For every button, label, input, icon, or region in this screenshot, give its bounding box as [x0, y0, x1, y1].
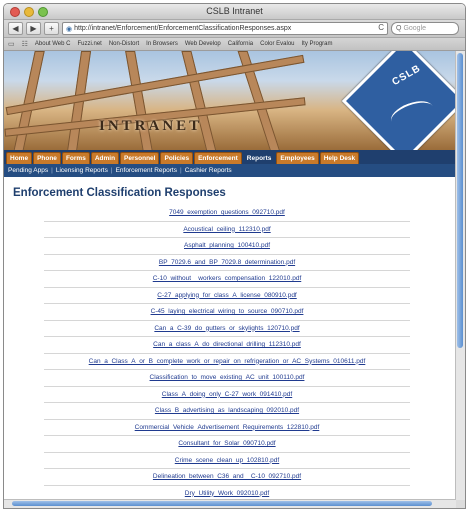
document-link[interactable]: Commercial_Vehicle_Advertisement_Require…: [44, 420, 410, 436]
browser-toolbar: ◀ ▶ + ◉ http://intranet/Enforcement/Enfo…: [4, 20, 465, 38]
document-link[interactable]: C-27_applying_for_class_A_license_080910…: [44, 288, 410, 304]
document-link[interactable]: Acoustical_ceiling_112310.pdf: [44, 222, 410, 238]
tab-help-desk[interactable]: Help Desk: [319, 152, 360, 164]
bookmark-item[interactable]: In Browsers: [146, 41, 178, 47]
subnav-pending-apps[interactable]: Pending Apps: [8, 167, 48, 174]
document-link[interactable]: Delineation_between_C36_and__C-10_092710…: [44, 469, 410, 486]
url-text: http://intranet/Enforcement/EnforcementC…: [74, 25, 292, 32]
document-link[interactable]: Dry_Utility_Work_092010.pdf: [44, 486, 410, 501]
bookmark-item[interactable]: Ity Program: [302, 41, 333, 47]
document-link[interactable]: Asphalt_planning_100410.pdf: [44, 238, 410, 255]
search-field[interactable]: Q Google: [391, 22, 459, 35]
address-bar[interactable]: ◉ http://intranet/Enforcement/Enforcemen…: [62, 22, 388, 35]
document-link[interactable]: Can_a_Class_A_or_B_complete_work_or_repa…: [44, 354, 410, 370]
tab-forms[interactable]: Forms: [61, 152, 90, 164]
bookmark-item[interactable]: California: [228, 41, 253, 47]
bookmark-item[interactable]: Fuzzi.net: [77, 41, 101, 47]
book-icon[interactable]: ▭: [8, 40, 15, 48]
vertical-scrollbar[interactable]: [455, 51, 465, 500]
document-link[interactable]: C-45_laying_electrical_wiring_to_source_…: [44, 304, 410, 321]
horizontal-scrollbar[interactable]: [4, 499, 456, 508]
framing-beam: [125, 51, 153, 150]
framing-beam: [181, 51, 217, 150]
bookmark-item[interactable]: About Web C: [35, 41, 71, 47]
tab-admin[interactable]: Admin: [90, 152, 120, 164]
forward-button[interactable]: ▶: [26, 22, 41, 35]
bookmark-item[interactable]: Web Develop: [185, 41, 221, 47]
add-bookmark-button[interactable]: +: [44, 22, 59, 35]
search-placeholder: Google: [403, 25, 427, 32]
window-title: CSLB Intranet: [206, 6, 263, 16]
resize-corner[interactable]: [456, 500, 465, 508]
page-icon: ◉: [66, 25, 73, 33]
subnav-separator: |: [110, 167, 113, 174]
document-link[interactable]: Class_A_doing_only_C-27_work_091410.pdf: [44, 387, 410, 403]
subnav-enforcement-reports[interactable]: Enforcement Reports: [116, 167, 177, 174]
intranet-banner: INTRANET CSLB: [4, 51, 456, 150]
main-nav: Home Phone Forms Admin Personnel Policie…: [4, 150, 456, 164]
bookmark-item[interactable]: Non-Distort: [109, 41, 139, 47]
banner-title: INTRANET: [99, 118, 203, 134]
cslb-logo: [341, 51, 456, 150]
browser-window: CSLB Intranet ◀ ▶ + ◉ http://intranet/En…: [3, 3, 466, 509]
document-link[interactable]: Can_a_class_A_do_directional_drilling_11…: [44, 337, 410, 354]
tab-reports[interactable]: Reports: [242, 152, 276, 164]
document-link[interactable]: 7049_exemption_questions_092710.pdf: [44, 205, 410, 222]
horizontal-scroll-thumb[interactable]: [12, 501, 432, 506]
document-link[interactable]: BP_7029.6_and_BP_7029.8_determination.pd…: [44, 255, 410, 271]
document-link[interactable]: Classification_to_move_existing_AC_unit_…: [44, 370, 410, 387]
title-bar: CSLB Intranet: [4, 4, 465, 20]
tab-personnel[interactable]: Personnel: [120, 152, 160, 164]
subnav-cashier-reports[interactable]: Cashier Reports: [185, 167, 232, 174]
tab-policies[interactable]: Policies: [160, 152, 194, 164]
document-list: 7049_exemption_questions_092710.pdf Acou…: [44, 205, 410, 500]
page-title: Enforcement Classification Responses: [13, 187, 226, 199]
subnav-separator: |: [179, 167, 182, 174]
vertical-scroll-thumb[interactable]: [457, 53, 463, 348]
tab-phone[interactable]: Phone: [33, 152, 61, 164]
document-link[interactable]: C-10_without__workers_compensation_12201…: [44, 271, 410, 288]
tab-home[interactable]: Home: [6, 152, 33, 164]
subnav-licensing-reports[interactable]: Licensing Reports: [56, 167, 108, 174]
subnav-separator: |: [51, 167, 53, 174]
reload-icon[interactable]: C: [378, 23, 384, 32]
grid-icon[interactable]: ☷: [22, 40, 28, 48]
document-link[interactable]: Crime_scene_clean_up_102810.pdf: [44, 453, 410, 469]
tab-enforcement[interactable]: Enforcement: [194, 152, 242, 164]
tab-employees[interactable]: Employees: [276, 152, 319, 164]
document-link[interactable]: Class_B_advertising_as_landscaping_09201…: [44, 403, 410, 420]
document-link[interactable]: Can_a_C-39_do_gutters_or_skylights_12071…: [44, 321, 410, 337]
document-link[interactable]: Consultant_for_Solar_090710.pdf: [44, 436, 410, 453]
reports-subnav: Pending Apps | Licensing Reports | Enfor…: [4, 164, 456, 177]
search-icon: Q: [396, 25, 402, 32]
back-button[interactable]: ◀: [8, 22, 23, 35]
page-content: INTRANET CSLB Home Phone Forms Admin Per…: [4, 51, 456, 500]
bookmark-item[interactable]: Color Evalou: [260, 41, 294, 47]
bookmarks-bar: ▭ ☷ About Web C Fuzzi.net Non-Distort In…: [4, 38, 465, 51]
